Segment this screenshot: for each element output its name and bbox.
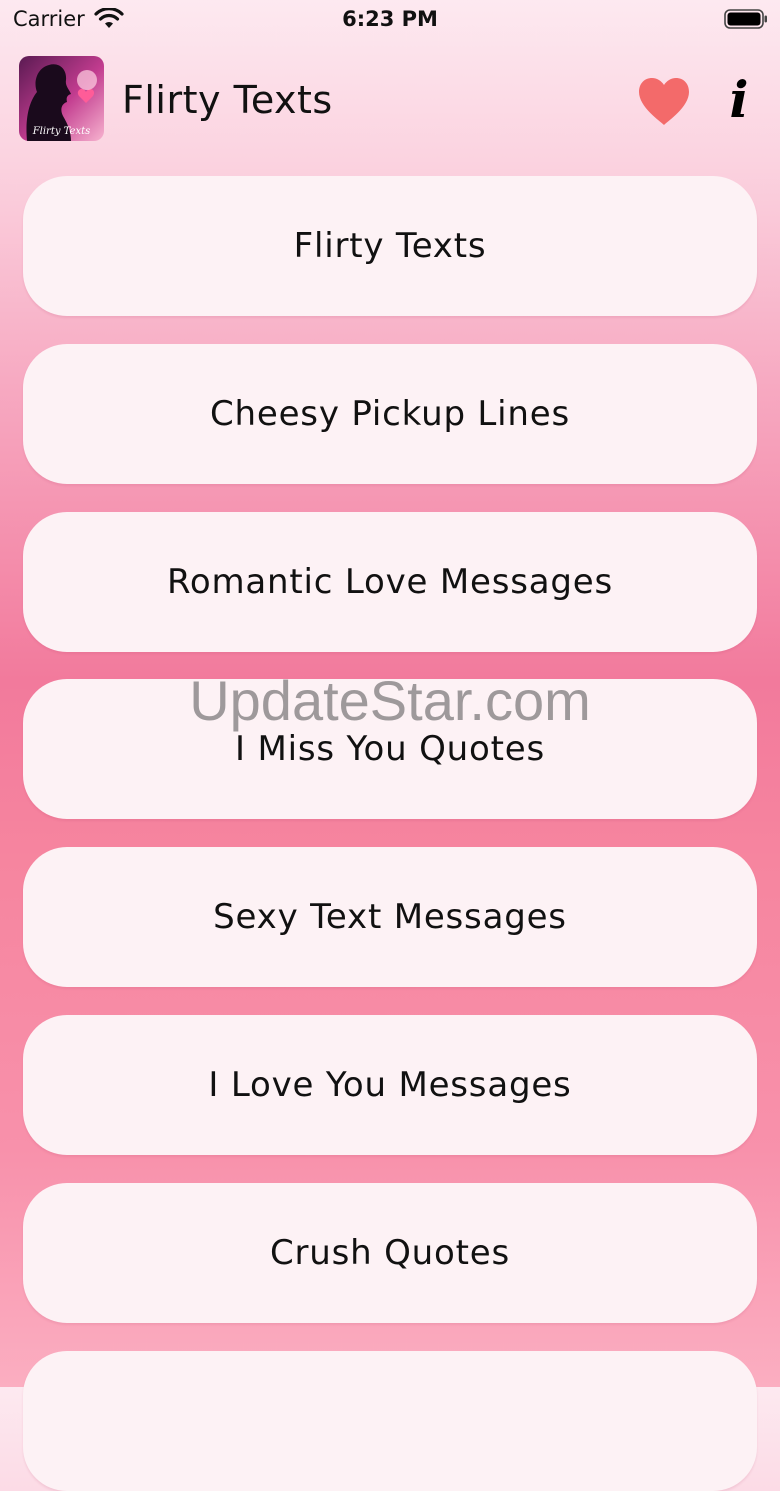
category-item-partial[interactable]: [23, 1351, 757, 1491]
favorites-button[interactable]: [636, 76, 692, 128]
category-romantic-love-messages[interactable]: Romantic Love Messages: [23, 512, 757, 652]
app-header: Flirty Texts Flirty Texts i: [0, 56, 780, 142]
info-icon: i: [729, 70, 749, 129]
battery-icon: [724, 9, 767, 29]
category-flirty-texts[interactable]: Flirty Texts: [23, 176, 757, 316]
status-time: 6:23 PM: [342, 7, 438, 31]
info-button[interactable]: i: [722, 72, 756, 128]
category-i-miss-you-quotes[interactable]: I Miss You Quotes: [23, 679, 757, 819]
category-i-love-you-messages[interactable]: I Love You Messages: [23, 1015, 757, 1155]
category-sexy-text-messages[interactable]: Sexy Text Messages: [23, 847, 757, 987]
category-cheesy-pickup-lines[interactable]: Cheesy Pickup Lines: [23, 344, 757, 484]
status-bar: Carrier 6:23 PM: [0, 0, 780, 40]
app-title: Flirty Texts: [122, 78, 333, 122]
app-logo-caption: Flirty Texts: [32, 126, 91, 137]
category-crush-quotes[interactable]: Crush Quotes: [23, 1183, 757, 1323]
app-logo: Flirty Texts: [19, 56, 104, 141]
heart-icon: [639, 78, 689, 125]
